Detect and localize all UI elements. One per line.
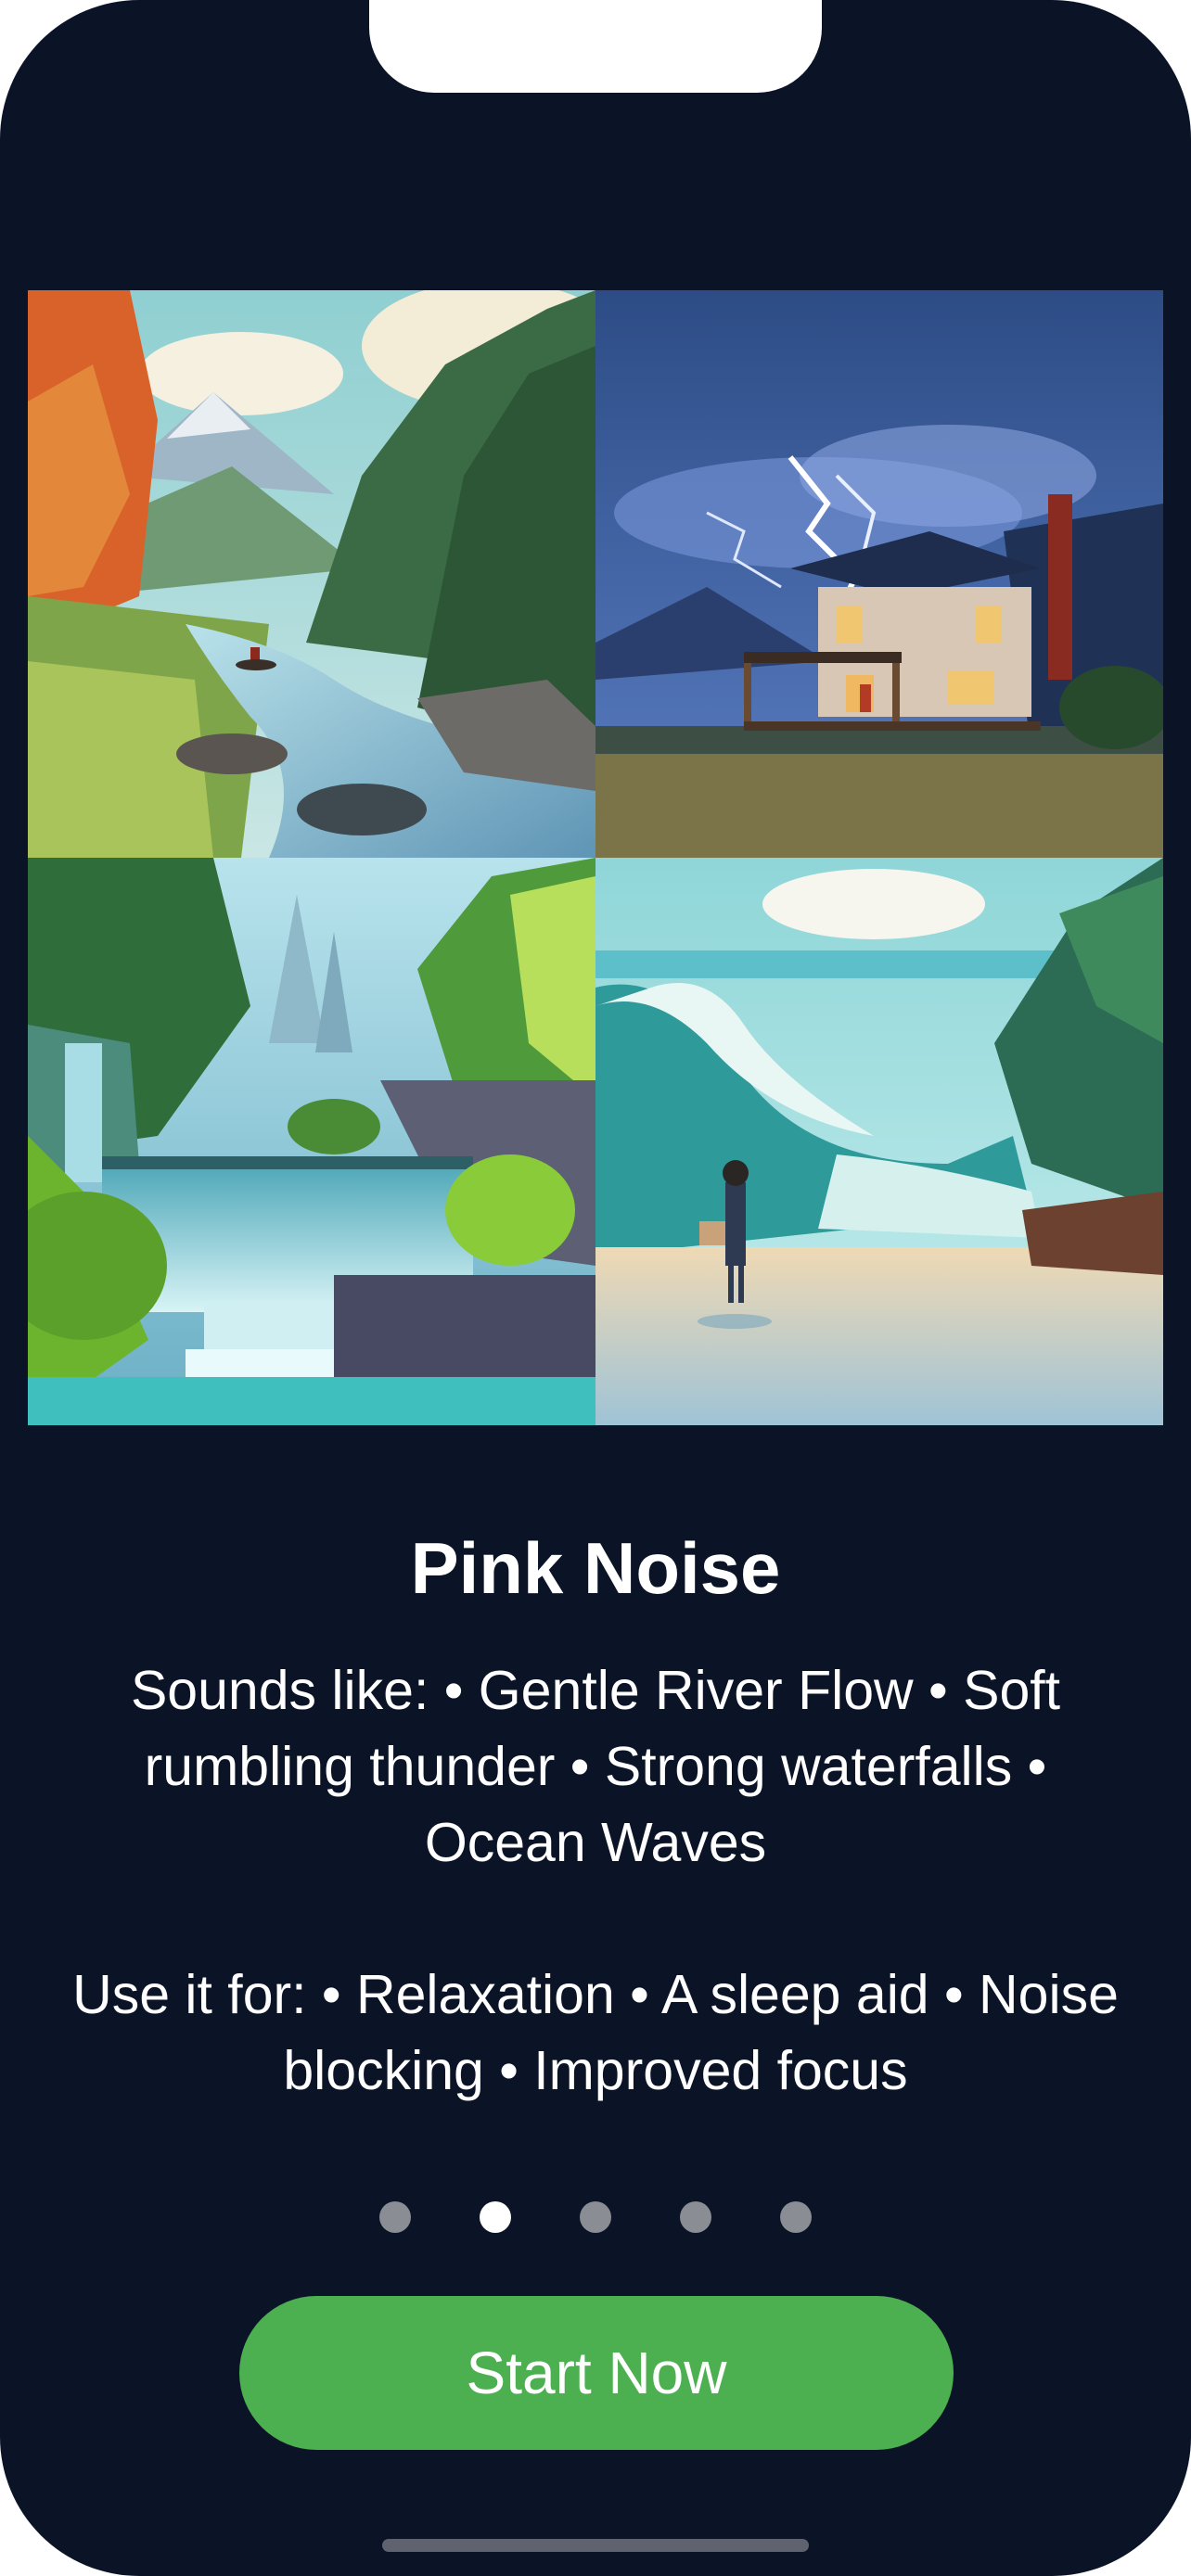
signal-icon — [930, 50, 974, 78]
device-notch — [369, 0, 822, 93]
sounds-like-description: Sounds like: • Gentle River Flow • Soft … — [130, 1660, 1061, 1873]
app-screen: 6:07 Pink Noise Sounds like: • Gentle Ri… — [0, 0, 1191, 2576]
use-it-for-description: Use it for: • Relaxation • A sleep aid •… — [72, 1964, 1119, 2101]
thunder-house-image — [596, 290, 1163, 858]
ocean-waves-image — [596, 858, 1163, 1425]
start-now-button[interactable]: Start Now — [239, 2296, 954, 2450]
page-dot[interactable] — [680, 2201, 711, 2233]
battery-icon — [1048, 48, 1117, 80]
sound-image-gallery — [28, 290, 1163, 1425]
wifi-icon — [991, 49, 1031, 79]
home-indicator[interactable] — [382, 2539, 809, 2552]
page-indicator — [0, 2201, 1191, 2233]
status-icons — [930, 48, 1117, 80]
page-dot[interactable] — [580, 2201, 611, 2233]
gentle-river-flow-image — [28, 290, 596, 858]
sound-title: Pink Noise — [410, 1527, 781, 1609]
waterfall-image — [28, 858, 596, 1425]
page-dot[interactable] — [780, 2201, 812, 2233]
page-dot[interactable] — [480, 2201, 511, 2233]
status-time: 6:07 — [121, 38, 211, 86]
page-dot[interactable] — [379, 2201, 411, 2233]
